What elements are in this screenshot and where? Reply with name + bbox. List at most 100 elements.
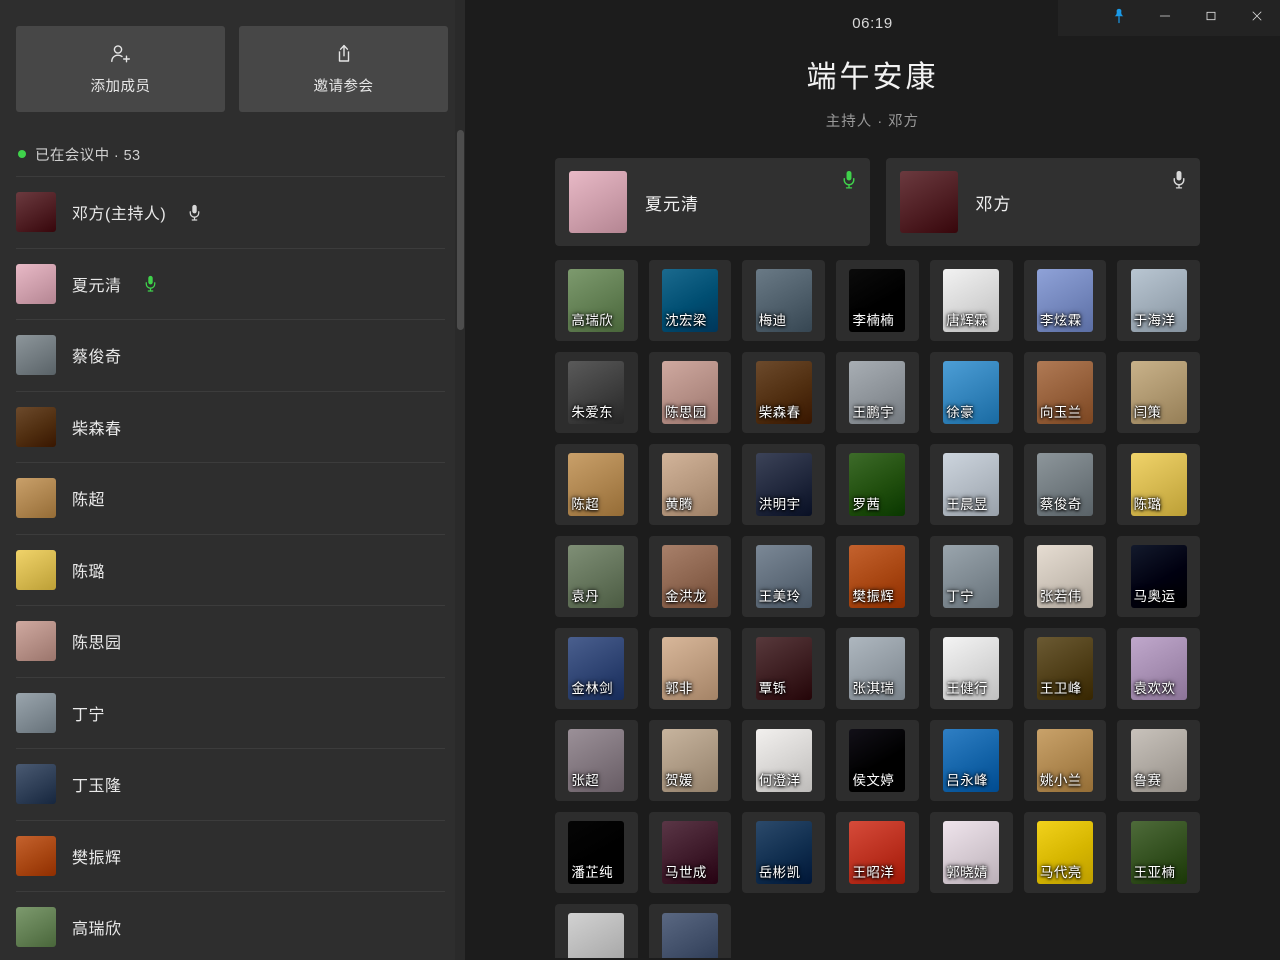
participant-tile[interactable]: 张超 [555,720,638,801]
featured-speaker-tile[interactable]: 邓方 [885,158,1200,246]
participant-row[interactable]: 丁玉隆 [16,748,445,820]
minimize-button[interactable] [1142,0,1188,36]
participant-tile[interactable]: 王亚楠 [1117,812,1200,893]
participant-tile[interactable]: 高瑞欣 [555,260,638,341]
participant-tile[interactable]: 马奥运 [1117,536,1200,617]
participant-row[interactable]: 陈超 [16,462,445,534]
participant-grid-wrapper: 夏元清 邓方 高瑞欣 沈宏梁 梅迪 李楠楠 唐辉霖 李炫霖 于海洋朱爱东 陈思园 柴森春 王鹏宇 徐豪… [465,158,1280,958]
participant-tile[interactable]: 吕永峰 [929,720,1013,801]
avatar: 蔡俊奇 [1036,453,1093,516]
participant-tile[interactable]: 岳彬凯 [742,812,826,893]
participant-tile-name: 李楠楠 [852,312,895,328]
participant-tile[interactable]: 贺媛 [648,720,732,801]
participant-row[interactable]: 邓方(主持人) [16,176,445,248]
participant-tile[interactable]: 何澄洋 [742,720,826,801]
meeting-app-window: 添加成员 邀请参会 已在会议中 · 53 邓方(主持人) 夏元清 蔡俊奇 柴森春 陈超陈… [0,0,1280,960]
participant-tile[interactable]: 蔡俊奇 [1023,444,1107,525]
participant-tile[interactable]: 柴森春 [742,352,826,433]
add-member-button[interactable]: 添加成员 [16,26,225,112]
avatar: 吕永峰 [943,729,1000,792]
participant-tile[interactable]: 李炫霖 [1023,260,1107,341]
participant-row[interactable]: 蔡俊奇 [16,319,445,391]
participant-tile[interactable]: 王健行 [929,628,1013,709]
participant-tile-name: 罗茜 [852,496,881,512]
avatar: 王晨昱 [943,453,1000,516]
participant-tile[interactable]: 李楠楠 [836,260,919,341]
participant-row[interactable]: 樊振辉 [16,819,445,892]
participant-tile[interactable]: 于海洋 [1117,260,1200,341]
participant-tile[interactable]: 罗茜 [836,444,919,525]
participant-tile[interactable]: 徐豪 [929,352,1013,433]
participant-tile[interactable]: 潘芷纯 [555,812,638,893]
participant-tile-name: 梅迪 [758,312,787,328]
participant-tile[interactable]: 王鹏宇 [836,352,919,433]
avatar [662,913,719,958]
participant-tile[interactable]: 袁丹 [555,536,638,617]
participant-tile[interactable]: 王晨昱 [929,444,1013,525]
participant-tile[interactable]: 鲁赛 [1117,720,1200,801]
participant-tile[interactable]: 马世成 [648,812,732,893]
participant-tile-name: 张淇瑞 [852,680,895,696]
participant-tile[interactable]: 郭晓婧 [929,812,1013,893]
participant-row[interactable]: 陈璐 [16,533,445,606]
close-button[interactable] [1234,0,1280,36]
participant-tile-name: 朱爱东 [571,404,614,420]
participant-tile-name: 马奥运 [1133,588,1176,604]
avatar: 张超 [568,729,625,792]
participant-tile[interactable]: 梅迪 [742,260,826,341]
participant-tile-name: 侯文婷 [852,772,895,788]
participant-tile[interactable]: 陈超 [555,444,638,525]
participant-tile[interactable]: 向玉兰 [1023,352,1107,433]
meeting-title: 端午安康 [806,61,939,94]
participant-tile[interactable] [555,904,638,958]
participant-tile[interactable]: 闫策 [1117,352,1200,433]
participant-tile-name: 王美玲 [758,588,801,604]
participant-tile[interactable]: 覃铄 [742,628,826,709]
pin-button[interactable] [1096,0,1142,36]
avatar: 于海洋 [1130,269,1187,332]
participant-row[interactable]: 高瑞欣 [16,891,445,960]
invite-button[interactable]: 邀请参会 [239,26,448,112]
participant-tile[interactable]: 金洪龙 [648,536,732,617]
avatar [16,692,56,733]
participant-tile[interactable] [648,904,732,958]
participant-tile[interactable]: 张若伟 [1023,536,1107,617]
featured-speaker-tile[interactable]: 夏元清 [555,158,870,246]
participant-name: 邓方(主持人) [72,206,167,224]
participant-row[interactable]: 夏元清 [16,247,445,320]
participant-tile[interactable]: 袁欢欢 [1117,628,1200,709]
participant-row[interactable]: 柴森春 [16,390,445,463]
participant-tile[interactable]: 王美玲 [742,536,826,617]
participant-tile[interactable]: 樊振辉 [836,536,919,617]
participant-tile[interactable]: 王卫峰 [1023,628,1107,709]
participant-tile[interactable]: 姚小兰 [1023,720,1107,801]
participant-tile[interactable]: 洪明宇 [742,444,826,525]
participant-tile[interactable]: 马代亮 [1023,812,1107,893]
participant-tile[interactable]: 丁宁 [929,536,1013,617]
avatar: 王鹏宇 [849,361,906,424]
maximize-button[interactable] [1188,0,1234,36]
participant-tile-name: 马世成 [665,864,707,880]
avatar: 金洪龙 [662,545,719,608]
pin-icon [1110,7,1128,30]
participant-tile[interactable]: 陈思园 [648,352,732,433]
avatar: 罗茜 [849,453,906,516]
participant-tile[interactable]: 侯文婷 [836,720,919,801]
sidebar-scrollbar-track[interactable] [455,0,465,960]
participant-tile[interactable]: 郭非 [648,628,732,709]
participant-tile[interactable]: 王昭洋 [836,812,919,893]
participant-name: 丁宁 [72,706,106,724]
sidebar-scrollbar-thumb[interactable] [457,130,464,330]
participant-tile[interactable]: 唐辉霖 [929,260,1013,341]
participant-tile[interactable]: 黄腾 [648,444,732,525]
participant-tile-name: 徐豪 [946,404,975,420]
participant-tile[interactable]: 金林剑 [555,628,638,709]
participant-tile[interactable]: 张淇瑞 [836,628,919,709]
participant-tile[interactable]: 陈璐 [1117,444,1200,525]
avatar: 郭晓婧 [943,821,1000,884]
participant-tile[interactable]: 朱爱东 [555,352,638,433]
online-status-dot [18,150,26,158]
participant-tile[interactable]: 沈宏梁 [648,260,732,341]
participant-row[interactable]: 陈思园 [16,605,445,677]
participant-row[interactable]: 丁宁 [16,676,445,749]
